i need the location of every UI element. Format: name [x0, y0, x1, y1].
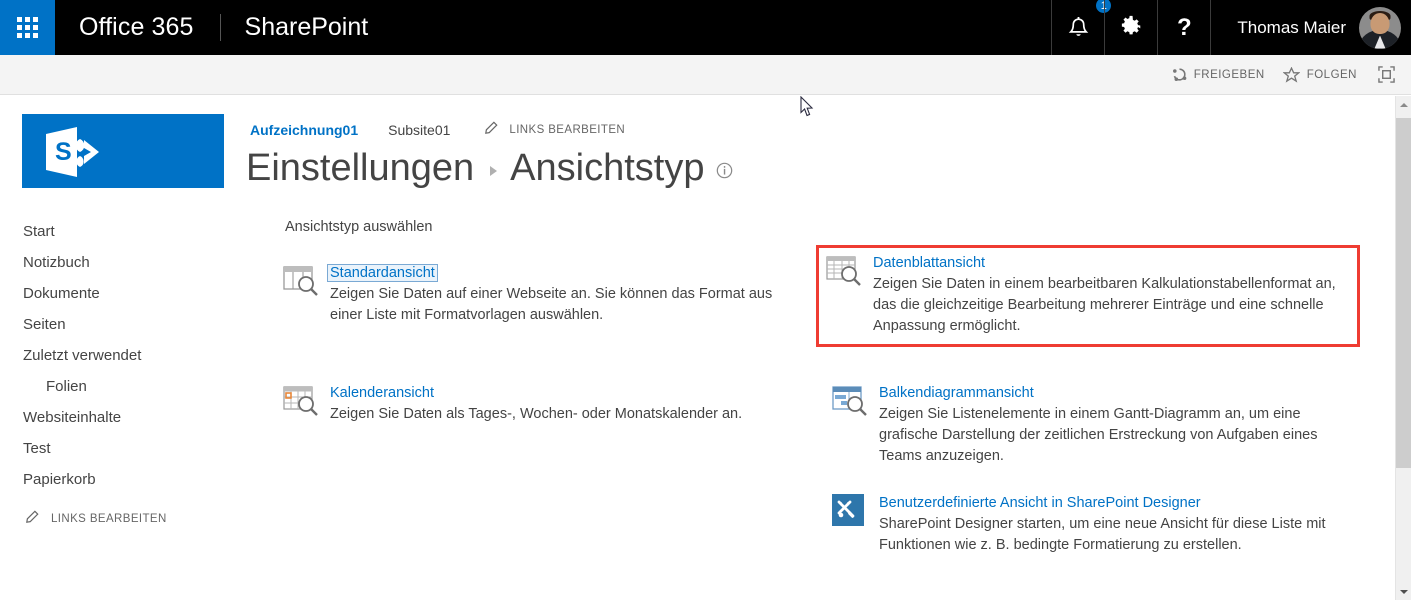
sidebar-item-label: Dokumente: [23, 285, 100, 302]
notifications-button[interactable]: 1: [1051, 0, 1113, 55]
question-mark-icon: ?: [1177, 13, 1192, 41]
breadcrumb-site-link[interactable]: Aufzeichnung01: [250, 122, 358, 138]
option-calendar-view-link[interactable]: Kalenderansicht: [330, 385, 434, 401]
sidebar-item-zuletzt-verwendet[interactable]: Zuletzt verwendet: [0, 340, 245, 371]
sidebar-item-papierkorb[interactable]: Papierkorb: [0, 464, 245, 495]
breadcrumb-subsite-link[interactable]: Subsite01: [388, 122, 450, 138]
sidebar-item-seiten[interactable]: Seiten: [0, 309, 245, 340]
option-standard-view-link[interactable]: Standardansicht: [327, 264, 438, 283]
main-content: Aufzeichnung01 Subsite01 LINKS BEARBEITE…: [245, 96, 1396, 553]
sidebar-item-label: Websiteinhalte: [23, 409, 122, 426]
chevron-up-icon: [1400, 102, 1408, 107]
quick-launch-list: Start Notizbuch Dokumente Seiten Zuletzt…: [0, 216, 245, 495]
office-365-brand[interactable]: Office 365: [55, 0, 194, 55]
sidebar-item-folien[interactable]: Folien: [0, 371, 245, 402]
option-gantt-view[interactable]: Balkendiagrammansicht Zeigen Sie Listene…: [832, 384, 1362, 467]
scroll-down-button[interactable]: [1396, 583, 1411, 600]
pencil-icon: [24, 510, 39, 528]
gantt-view-icon: [832, 384, 879, 467]
sidebar-edit-links-label: LINKS BEARBEITEN: [51, 513, 167, 525]
page-body: S Start Notizbuch Dokumente Seiten Zulet…: [0, 96, 1396, 600]
follow-button[interactable]: FOLGEN: [1274, 55, 1366, 95]
app-launcher-waffle-icon: [17, 17, 38, 38]
suitebar-spacer: [368, 0, 1051, 55]
share-label: FREIGEBEN: [1193, 68, 1265, 81]
sharepoint-app-link[interactable]: SharePoint: [245, 0, 369, 55]
page-title: Einstellungen Ansichtstyp: [246, 147, 1396, 189]
quick-launch-sidebar: S Start Notizbuch Dokumente Seiten Zulet…: [0, 96, 245, 528]
suitebar-divider: [219, 14, 221, 41]
option-datasheet-view-link[interactable]: Datenblattansicht: [873, 255, 985, 271]
option-gantt-view-description: Zeigen Sie Listenelemente in einem Gantt…: [879, 406, 1318, 465]
avatar[interactable]: [1359, 6, 1401, 49]
breadcrumb: Aufzeichnung01 Subsite01 LINKS BEARBEITE…: [250, 121, 1396, 139]
share-icon: [1172, 67, 1187, 82]
sharepoint-logo-icon: S: [44, 126, 116, 183]
sidebar-edit-links-button[interactable]: LINKS BEARBEITEN: [24, 510, 245, 528]
focus-on-content-icon: [1378, 66, 1395, 83]
option-sharepoint-designer-link[interactable]: Benutzerdefinierte Ansicht in SharePoint…: [879, 495, 1201, 511]
section-label: Ansichtstyp auswählen: [285, 219, 433, 236]
follow-label: FOLGEN: [1306, 68, 1357, 81]
standard-view-icon: [283, 264, 330, 326]
sharepoint-site-logo[interactable]: S: [22, 114, 224, 188]
page-title-parent-link[interactable]: Einstellungen: [246, 147, 474, 189]
breadcrumb-edit-links-button[interactable]: LINKS BEARBEITEN: [483, 121, 625, 139]
option-standard-view-description: Zeigen Sie Daten auf einer Webseite an. …: [330, 286, 773, 324]
option-datasheet-view-description: Zeigen Sie Daten in einem bearbeitbaren …: [873, 276, 1336, 335]
chevron-down-icon: [1400, 589, 1408, 594]
option-gantt-view-link[interactable]: Balkendiagrammansicht: [879, 385, 1034, 401]
help-button[interactable]: ?: [1157, 0, 1210, 55]
option-calendar-view[interactable]: Kalenderansicht Zeigen Sie Daten als Tag…: [283, 384, 808, 425]
datasheet-view-icon: [826, 254, 873, 337]
chevron-right-icon: [490, 165, 498, 176]
option-datasheet-view[interactable]: Datenblattansicht Zeigen Sie Daten in ei…: [826, 254, 1356, 337]
svg-text:S: S: [55, 138, 72, 166]
sidebar-item-websiteinhalte[interactable]: Websiteinhalte: [0, 402, 245, 433]
user-name: Thomas Maier: [1237, 17, 1346, 37]
sidebar-item-label: Notizbuch: [23, 254, 90, 271]
sidebar-item-label: Seiten: [23, 316, 66, 333]
scrollbar-thumb[interactable]: [1396, 118, 1411, 468]
sharepoint-designer-tools-icon: [832, 494, 879, 556]
star-icon: [1282, 66, 1300, 83]
sidebar-item-start[interactable]: Start: [0, 216, 245, 247]
sidebar-item-label: Papierkorb: [23, 471, 96, 488]
sidebar-item-notizbuch[interactable]: Notizbuch: [0, 247, 245, 278]
gear-icon: [1120, 14, 1143, 42]
sidebar-item-label: Start: [23, 223, 55, 240]
suite-bar: Office 365 SharePoint 1 ? Thomas Maier: [0, 0, 1411, 55]
sidebar-item-label: Test: [23, 440, 51, 457]
option-sharepoint-designer-description: SharePoint Designer starten, um eine neu…: [879, 516, 1326, 554]
sidebar-item-label: Folien: [46, 378, 87, 395]
sidebar-item-test[interactable]: Test: [0, 433, 245, 464]
vertical-scrollbar[interactable]: [1395, 96, 1411, 600]
focus-on-content-button[interactable]: [1366, 55, 1411, 95]
bell-icon: [1068, 16, 1089, 39]
page-title-current: Ansichtstyp: [510, 147, 705, 189]
share-button[interactable]: FREIGEBEN: [1163, 55, 1274, 95]
option-standard-view[interactable]: Standardansicht Zeigen Sie Daten auf ein…: [283, 264, 808, 326]
option-calendar-view-description: Zeigen Sie Daten als Tages-, Wochen- ode…: [330, 406, 743, 423]
user-menu[interactable]: Thomas Maier: [1210, 0, 1411, 55]
breadcrumb-edit-links-label: LINKS BEARBEITEN: [509, 124, 626, 136]
sidebar-item-dokumente[interactable]: Dokumente: [0, 278, 245, 309]
sidebar-item-label: Zuletzt verwendet: [23, 347, 142, 364]
calendar-view-icon: [283, 384, 330, 425]
info-icon[interactable]: [716, 162, 733, 184]
option-sharepoint-designer-view[interactable]: Benutzerdefinierte Ansicht in SharePoint…: [832, 494, 1362, 556]
page-action-bar: FREIGEBEN FOLGEN: [0, 55, 1411, 95]
pencil-icon: [483, 121, 498, 139]
scroll-up-button[interactable]: [1396, 96, 1411, 113]
app-launcher-button[interactable]: [0, 0, 55, 55]
settings-button[interactable]: [1104, 0, 1157, 55]
